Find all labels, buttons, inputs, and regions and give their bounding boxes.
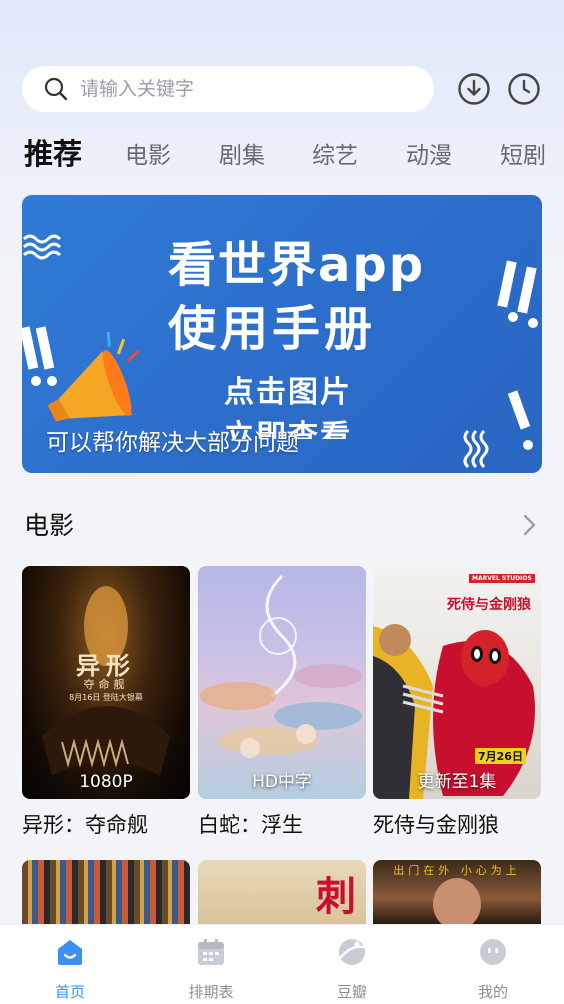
history-clock-icon: [508, 73, 540, 105]
banner-title-line2: 使用手册: [168, 301, 377, 357]
section-title-movies: 电影: [24, 511, 75, 540]
search-icon: [44, 77, 68, 101]
nav-home-label: 首页: [54, 983, 85, 1001]
calendar-icon: [198, 939, 224, 965]
movie-poster[interactable]: 刺: [198, 860, 366, 924]
history-button[interactable]: [506, 71, 542, 107]
banner-caption: 可以帮你解决大部分问题: [46, 430, 299, 456]
profile-face-icon: [480, 939, 506, 965]
movie-title[interactable]: 死侍与金刚狼: [373, 809, 541, 839]
poster-art: [200, 574, 362, 758]
poster-subtitle-text: 夺命舰: [83, 678, 129, 691]
nav-profile[interactable]: 我的: [453, 933, 533, 1002]
tab-series[interactable]: 剧集: [219, 136, 265, 176]
search-row: [22, 66, 546, 112]
banner-subtitle-line1: 点击图片: [224, 375, 352, 410]
movie-title[interactable]: 白蛇：浮生: [198, 809, 366, 839]
nav-profile-label: 我的: [477, 983, 508, 1001]
chevron-right-icon: [523, 514, 536, 536]
nav-home[interactable]: 首页: [30, 933, 110, 1002]
nav-schedule-label: 排期表: [188, 983, 234, 1001]
tab-short-drama[interactable]: 短剧: [500, 136, 546, 176]
nav-douban-label: 豆瓣: [336, 983, 367, 1001]
tab-anime[interactable]: 动漫: [406, 136, 452, 176]
poster-date-text: 7月26日: [475, 748, 526, 764]
movie-poster[interactable]: [22, 860, 190, 924]
search-input[interactable]: [80, 78, 380, 100]
tab-recommend[interactable]: 推荐: [24, 134, 82, 174]
poster-title-text: 刺: [316, 874, 356, 920]
banner-carousel[interactable]: 看世界app 使用手册 点击图片 立即查看 可以帮你解决大部分问题: [22, 195, 542, 473]
nav-schedule[interactable]: 排期表: [171, 933, 251, 1002]
movie-card[interactable]: 刺: [198, 860, 366, 924]
quality-badge: HD中字: [252, 772, 312, 792]
home-icon: [58, 940, 82, 965]
movie-card[interactable]: [22, 860, 190, 924]
movie-card[interactable]: 出门在外 小心为上: [373, 860, 541, 924]
tab-movies[interactable]: 电影: [125, 136, 171, 176]
movie-poster[interactable]: HD中字: [198, 566, 366, 799]
movie-poster[interactable]: 异形 夺命舰 8月16日 登陆大银幕 1080P: [22, 566, 190, 799]
section-more-button[interactable]: [518, 512, 540, 538]
episode-badge: 更新至1集: [417, 772, 497, 792]
planet-icon: [339, 939, 365, 965]
poster-art: [373, 624, 535, 799]
movie-poster[interactable]: MARVEL STUDIOS 死侍与金刚狼 7月26日 更新至1集: [373, 566, 541, 799]
banner-title-line1: 看世界app: [168, 237, 426, 293]
movie-card[interactable]: HD中字 白蛇：浮生: [198, 566, 366, 839]
category-tabs: 推荐 电影 剧集 综艺 动漫 短剧: [0, 134, 564, 178]
movie-card[interactable]: 异形 夺命舰 8月16日 登陆大银幕 1080P 异形：夺命舰: [22, 566, 190, 839]
quality-badge: 1080P: [79, 772, 133, 792]
movie-title[interactable]: 异形：夺命舰: [22, 809, 190, 839]
tab-variety[interactable]: 综艺: [312, 136, 358, 176]
search-box[interactable]: [22, 66, 434, 112]
movie-card[interactable]: MARVEL STUDIOS 死侍与金刚狼 7月26日 更新至1集 死侍与金刚狼: [373, 566, 541, 839]
poster-date-text: 8月16日 登陆大银幕: [69, 693, 143, 702]
nav-douban[interactable]: 豆瓣: [312, 933, 392, 1002]
download-button[interactable]: [456, 71, 492, 107]
download-icon: [458, 73, 490, 105]
poster-art: [433, 878, 481, 924]
movie-poster[interactable]: 出门在外 小心为上: [373, 860, 541, 924]
bottom-navigation: 首页 排期表 豆瓣 我的: [0, 924, 564, 1004]
